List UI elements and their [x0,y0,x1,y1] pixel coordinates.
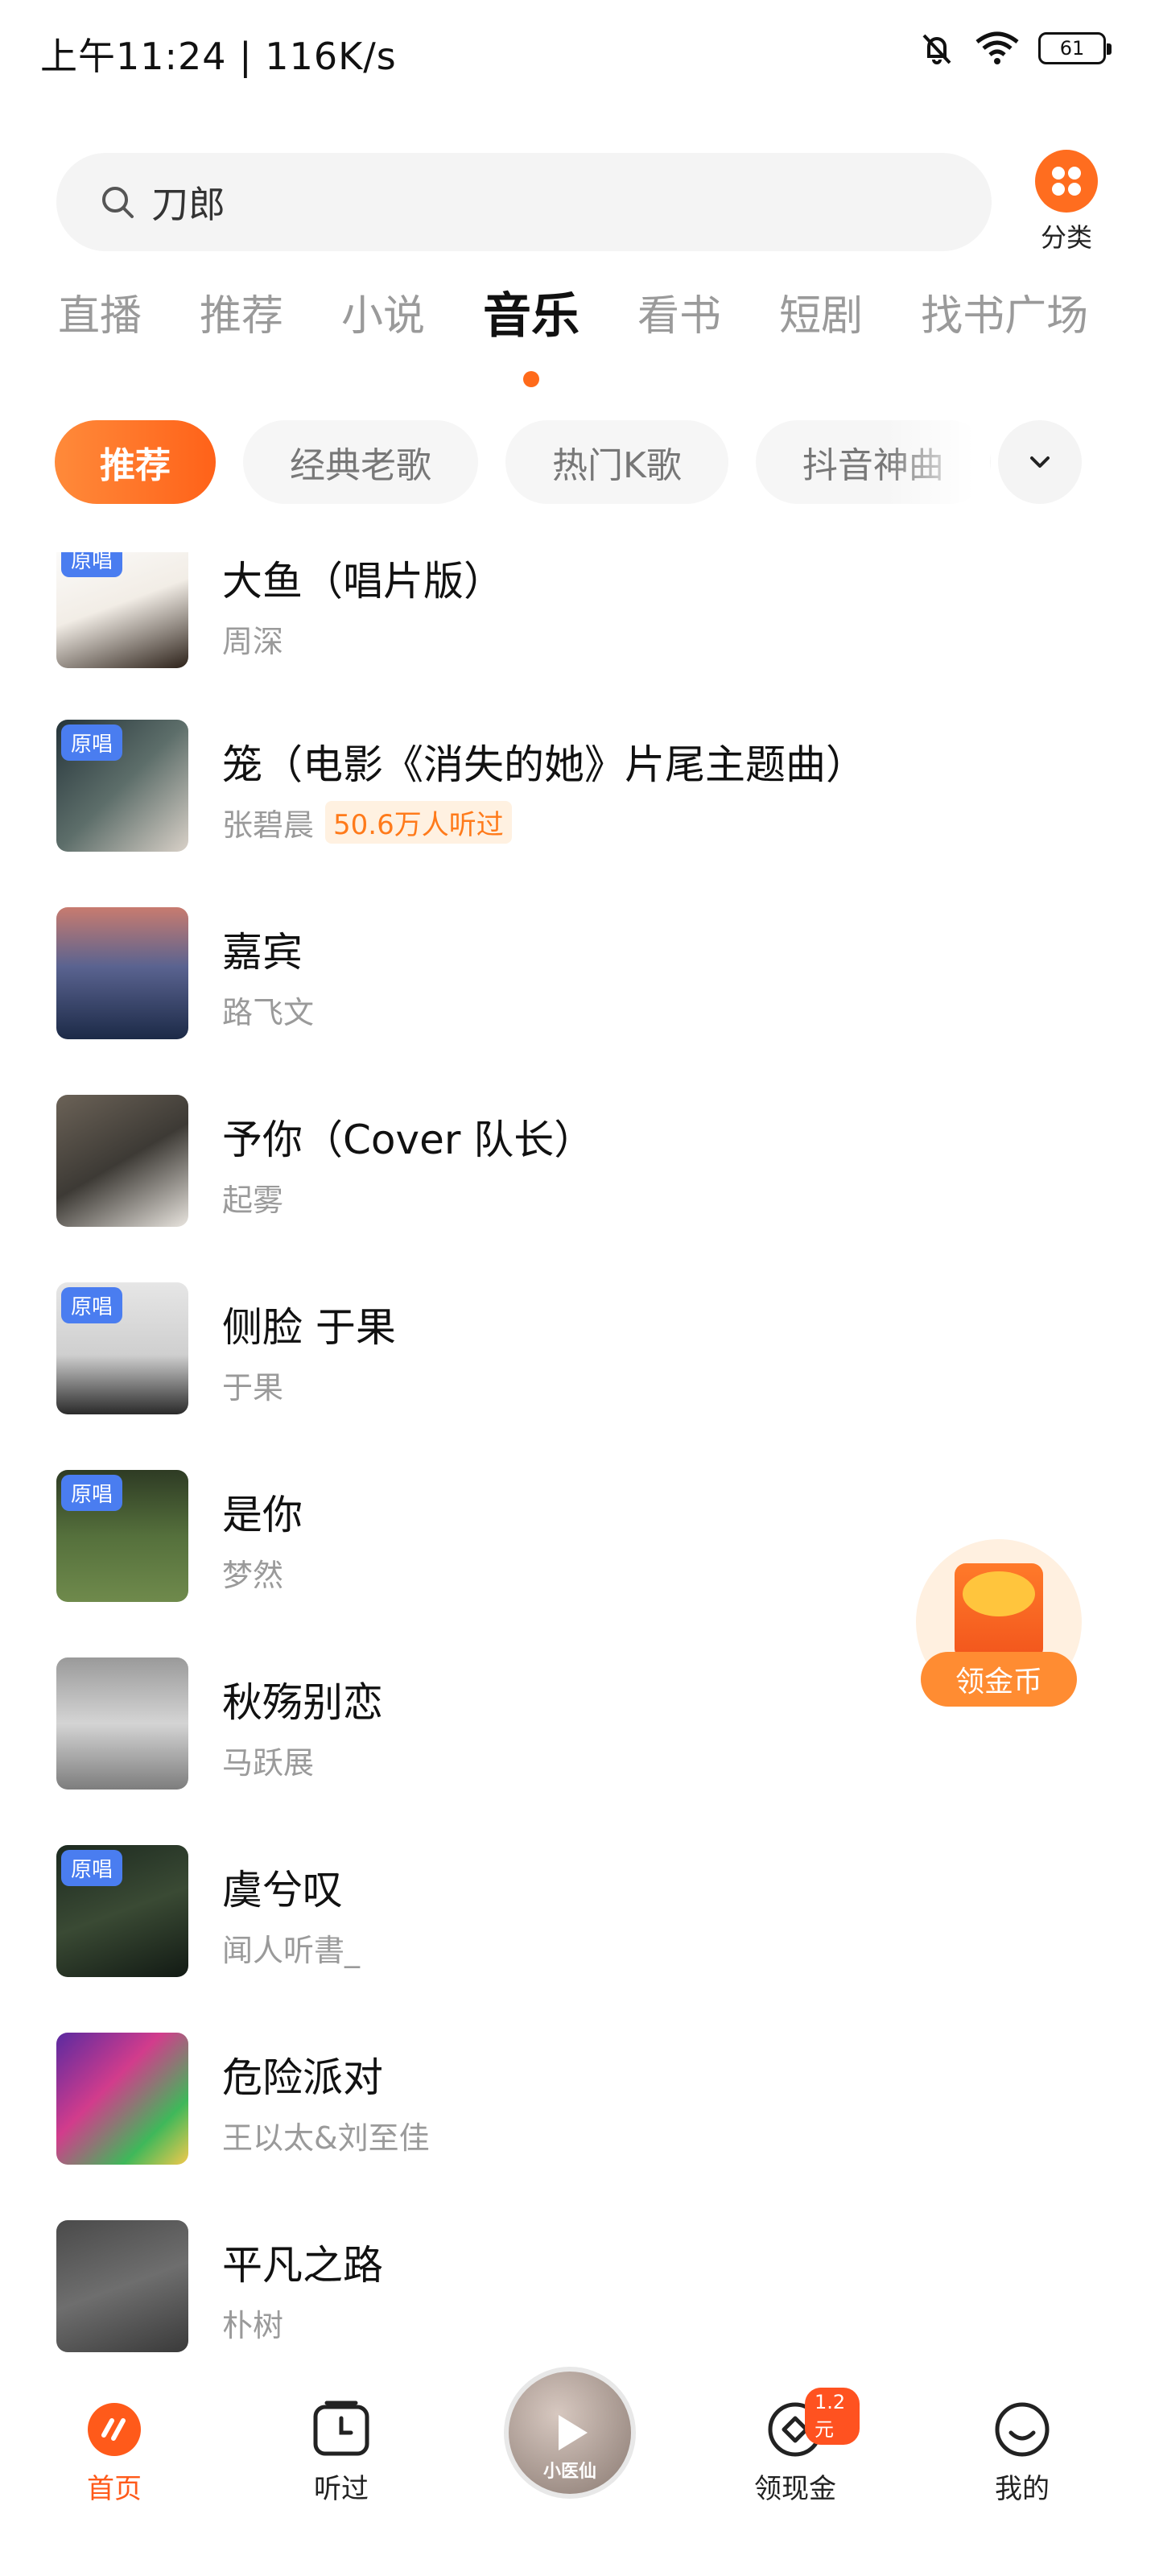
collect-coins-widget[interactable]: 领金币 [916,1539,1082,1711]
song-artist: 张碧晨 50.6万人听过 [222,800,512,844]
song-cover [56,1095,188,1227]
song-row[interactable]: 嘉宾 路飞文 [0,907,1159,1042]
chips-fade [885,420,990,504]
song-title: 虞兮叹 [222,1867,343,1913]
status-icons: 61 [918,29,1112,68]
nav-me[interactable]: 我的 [958,2399,1087,2506]
song-cover: 原唱 [56,552,188,668]
chip-recommend[interactable]: 推荐 [55,420,216,504]
active-tab-indicator [523,371,540,387]
nav-cash[interactable]: 1.2元 领现金 [731,2388,860,2506]
song-cover [56,1657,188,1790]
chip-classic-oldies[interactable]: 经典老歌 [243,420,478,504]
tab-music-label: 音乐 [483,288,580,345]
smiley-icon [992,2399,1053,2460]
search-input[interactable]: 刀郎 [56,153,992,251]
nav-home[interactable]: 首页 [50,2399,179,2506]
song-artist: 王以太&刘至佳 [222,2120,430,2156]
gold-coin-icon [963,1571,1035,1616]
song-row[interactable]: 原唱 大鱼（唱片版） 周深 [0,552,1159,671]
song-artist: 于果 [222,1370,284,1406]
song-cover: 原唱 [56,1845,188,1977]
status-time: 上午11:24 | 116K/s [40,35,397,78]
nav-cash-label: 领现金 [754,2473,836,2505]
song-row[interactable]: 予你（Cover 队长） 起雾 [0,1095,1159,1230]
wifi-icon [975,31,1019,64]
song-row[interactable]: 平凡之路 朴树 [0,2220,1159,2355]
song-artist: 马跃展 [222,1745,315,1781]
status-bar: 上午11:24 | 116K/s 61 [0,0,1159,105]
song-artist: 梦然 [222,1558,284,1593]
original-badge: 原唱 [61,552,123,577]
nav-history-label: 听过 [314,2473,369,2505]
song-title: 平凡之路 [222,2242,383,2289]
battery-level: 61 [1059,37,1085,60]
song-artist-name: 张碧晨 [222,807,315,843]
now-playing-caption: 小医仙 [542,2462,596,2482]
home-icon [84,2399,145,2460]
now-playing-button[interactable]: 小医仙 [504,2367,636,2499]
original-badge: 原唱 [61,1475,123,1511]
original-badge: 原唱 [61,1287,123,1323]
song-title: 危险派对 [222,2054,383,2101]
nav-home-label: 首页 [87,2473,142,2505]
song-row[interactable]: 危险派对 王以太&刘至佳 [0,2033,1159,2168]
song-title: 嘉宾 [222,929,303,976]
chip-hot-karaoke[interactable]: 热门K歌 [505,420,728,504]
song-cover [56,907,188,1039]
play-icon [559,2415,588,2450]
song-artist: 路飞文 [222,995,315,1030]
song-cover: 原唱 [56,1282,188,1414]
song-cover [56,2033,188,2165]
song-cover: 原唱 [56,720,188,852]
clock-icon [311,2399,372,2460]
song-title: 予你（Cover 队长） [222,1117,595,1163]
song-title: 侧脸 于果 [222,1304,396,1351]
tab-novel[interactable]: 小说 [341,282,425,347]
tab-book-plaza[interactable]: 找书广场 [921,282,1088,347]
cash-badge: 1.2元 [805,2388,860,2445]
category-chips: 推荐 经典老歌 热门K歌 抖音神曲 [55,420,1029,504]
chevron-down-icon [1030,456,1050,468]
song-artist: 朴树 [222,2308,284,2343]
expand-chips-button[interactable] [998,420,1082,504]
original-badge: 原唱 [61,1850,123,1886]
song-row[interactable]: 原唱 虞兮叹 闻人听書_ [0,1845,1159,1980]
song-artist: 起雾 [222,1183,284,1218]
category-label: 分类 [1040,222,1092,253]
song-title: 秋殇别恋 [222,1679,383,1726]
search-icon [102,187,134,218]
song-row[interactable]: 原唱 侧脸 于果 于果 [0,1282,1159,1418]
listen-count-badge: 50.6万人听过 [325,801,512,844]
tab-live[interactable]: 直播 [58,282,142,347]
nav-me-label: 我的 [995,2473,1050,2505]
tab-music[interactable]: 音乐 [483,277,580,387]
tab-short-drama[interactable]: 短剧 [779,282,863,347]
song-artist: 周深 [222,624,284,659]
top-tabs: 直播 推荐 小说 音乐 看书 短剧 找书广场 [58,282,1146,387]
song-list: 原唱 大鱼（唱片版） 周深 原唱 笼（电影《消失的她》片尾主题曲） 张碧晨 50.… [0,552,1159,2372]
tab-read[interactable]: 看书 [637,282,721,347]
song-title: 笼（电影《消失的她》片尾主题曲） [222,741,866,788]
battery-icon: 61 [1038,32,1112,64]
search-query: 刀郎 [151,183,225,226]
song-row[interactable]: 原唱 笼（电影《消失的她》片尾主题曲） 张碧晨 50.6万人听过 [0,720,1159,855]
tab-recommend[interactable]: 推荐 [200,282,283,347]
category-button[interactable]: 分类 [1016,150,1117,254]
bottom-nav: 首页 听过 小医仙 1.2元 领现金 我的 [0,2367,1159,2576]
mute-bell-icon [922,34,951,64]
song-title: 大鱼（唱片版） [222,558,504,605]
grid-icon [1035,150,1098,213]
nav-history[interactable]: 听过 [277,2399,406,2506]
song-artist: 闻人听書_ [222,1933,361,1968]
song-cover [56,2220,188,2352]
original-badge: 原唱 [61,724,123,761]
song-title: 是你 [222,1492,303,1538]
song-cover: 原唱 [56,1470,188,1602]
collect-coins-label: 领金币 [921,1652,1077,1707]
